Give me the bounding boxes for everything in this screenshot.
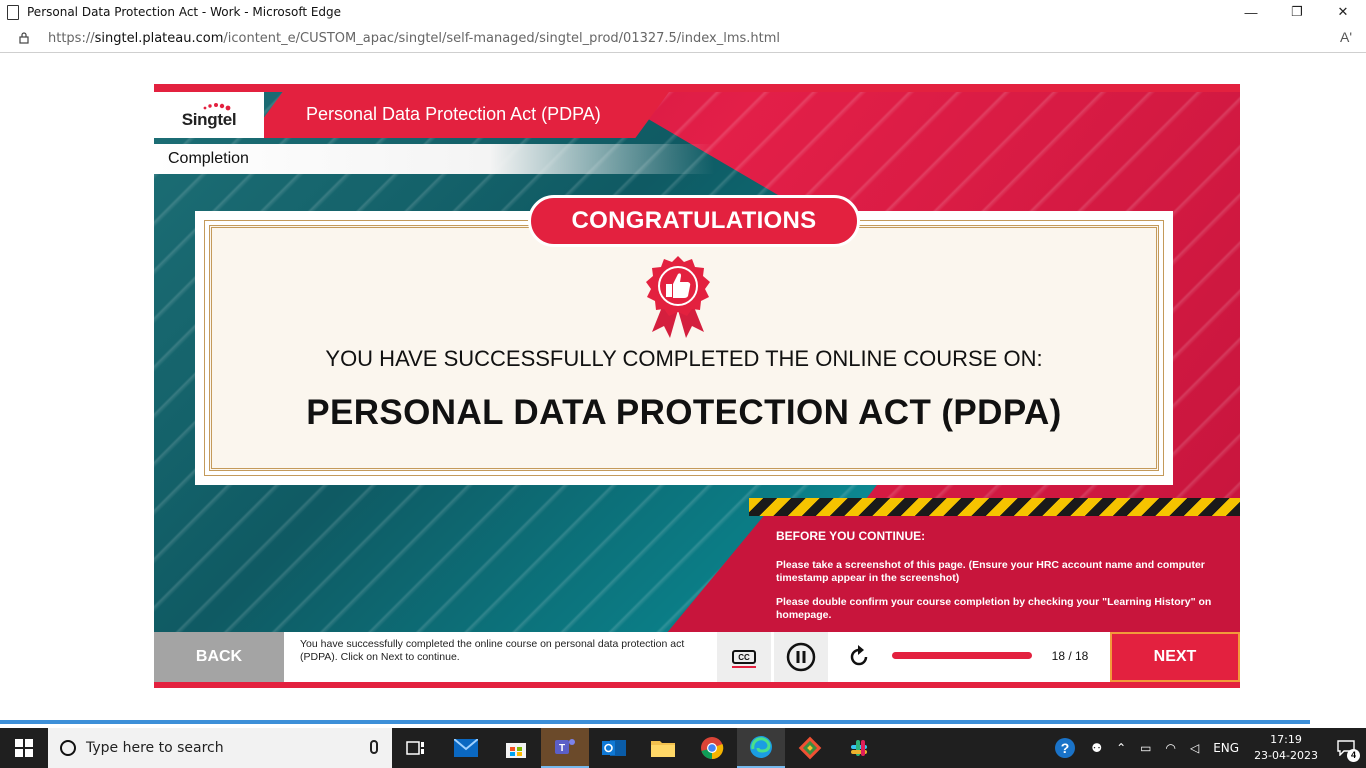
- pause-icon: [786, 642, 816, 672]
- closed-captions-button[interactable]: CC: [717, 632, 771, 682]
- progress-bar[interactable]: [892, 652, 1032, 659]
- outlook-icon[interactable]: [590, 728, 638, 768]
- teams-icon[interactable]: T: [541, 728, 589, 768]
- chevron-up-icon[interactable]: ⌃: [1116, 741, 1126, 755]
- logo-dots-icon: [203, 103, 231, 111]
- thumbs-up-badge-icon: [646, 256, 710, 338]
- window-title-bar: Personal Data Protection Act - Work - Mi…: [0, 0, 1366, 24]
- top-accent-bar: [154, 84, 1240, 92]
- learning-history-instruction: Please double confirm your course comple…: [776, 596, 1212, 621]
- system-tray: ? ⚉ ⌃ ▭ ◠ ◁ ENG 17:19 23-04-2023 4: [1046, 728, 1366, 768]
- edge-icon[interactable]: [737, 728, 785, 768]
- address-bar[interactable]: https://singtel.plateau.com/icontent_e/C…: [0, 24, 1366, 53]
- course-name: PERSONAL DATA PROTECTION ACT (PDPA): [306, 393, 1062, 432]
- url-path: /icontent_e/CUSTOM_apac/singtel/self-man…: [223, 30, 781, 46]
- back-button[interactable]: BACK: [154, 632, 284, 682]
- screenshot-instruction: Please take a screenshot of this page. (…: [776, 559, 1205, 584]
- windows-logo-icon: [15, 739, 33, 757]
- progress-fill: [892, 652, 1032, 659]
- svg-text:?: ?: [1061, 740, 1070, 756]
- battery-icon[interactable]: ▭: [1140, 741, 1151, 755]
- course-player: Singtel Personal Data Protection Act (PD…: [154, 84, 1240, 688]
- completion-statement: YOU HAVE SUCCESSFULLY COMPLETED THE ONLI…: [325, 346, 1043, 371]
- before-continue-title: BEFORE YOU CONTINUE:: [776, 529, 926, 543]
- course-title: Personal Data Protection Act (PDPA): [306, 104, 601, 124]
- search-placeholder: Type here to search: [86, 740, 224, 756]
- read-aloud-icon[interactable]: Aʹ: [1340, 29, 1352, 45]
- caption-text: You have successfully completed the onli…: [300, 638, 685, 663]
- clock-date: 23-04-2023: [1254, 749, 1318, 762]
- microphone-icon[interactable]: [370, 740, 378, 754]
- congratulations-banner: CONGRATULATIONS: [528, 195, 860, 247]
- replay-button[interactable]: [834, 632, 884, 682]
- congratulations-text: CONGRATULATIONS: [571, 207, 817, 234]
- language-indicator[interactable]: ENG: [1213, 741, 1239, 755]
- url-host: singtel.plateau.com: [94, 30, 224, 46]
- start-button[interactable]: [0, 728, 48, 768]
- git-icon[interactable]: [786, 728, 834, 768]
- bottom-accent-bar: [154, 682, 1240, 688]
- singtel-logo: Singtel: [154, 92, 264, 138]
- people-icon[interactable]: ⚉: [1091, 741, 1102, 755]
- url-prefix: https://: [48, 30, 95, 46]
- taskbar: Type here to search T ? ⚉ ⌃ ▭ ◠ ◁ ENG 17: [0, 728, 1366, 768]
- minimize-button[interactable]: —: [1228, 0, 1274, 24]
- clock-time: 17:19: [1270, 733, 1302, 746]
- notification-count: 4: [1347, 749, 1360, 762]
- file-explorer-icon[interactable]: [639, 728, 687, 768]
- store-icon[interactable]: [492, 728, 540, 768]
- replay-icon: [850, 645, 868, 666]
- restore-button[interactable]: ❐: [1274, 0, 1320, 24]
- slack-icon[interactable]: [835, 728, 883, 768]
- next-label: NEXT: [1153, 648, 1197, 665]
- notification-center-button[interactable]: 4: [1326, 728, 1366, 768]
- next-button[interactable]: NEXT: [1110, 632, 1240, 682]
- cc-icon: CC: [732, 650, 756, 664]
- url-text[interactable]: https://singtel.plateau.com/icontent_e/C…: [48, 31, 780, 46]
- page-counter: 18 / 18: [1051, 649, 1089, 663]
- mail-icon[interactable]: [442, 728, 490, 768]
- pause-button[interactable]: [774, 632, 828, 682]
- page-icon: [7, 4, 19, 20]
- window-title: Personal Data Protection Act - Work - Mi…: [27, 5, 342, 19]
- section-title: Completion: [168, 150, 249, 167]
- caution-stripe: [749, 498, 1240, 516]
- cc-active-indicator: [732, 666, 756, 668]
- close-button[interactable]: ✕: [1320, 0, 1366, 24]
- taskbar-search[interactable]: Type here to search: [48, 728, 392, 768]
- logo-text: Singtel: [181, 110, 237, 129]
- clock[interactable]: 17:19 23-04-2023: [1254, 732, 1318, 764]
- wifi-icon[interactable]: ◠: [1165, 741, 1175, 755]
- back-label: BACK: [195, 648, 243, 665]
- chrome-icon[interactable]: [688, 728, 736, 768]
- help-icon[interactable]: ?: [1054, 737, 1076, 759]
- svg-text:T: T: [559, 743, 565, 754]
- volume-icon[interactable]: ◁: [1190, 741, 1199, 755]
- lock-icon[interactable]: [18, 32, 30, 44]
- task-view-icon[interactable]: [392, 728, 440, 768]
- search-icon: [60, 740, 76, 756]
- page-scrollbar[interactable]: [0, 720, 1310, 724]
